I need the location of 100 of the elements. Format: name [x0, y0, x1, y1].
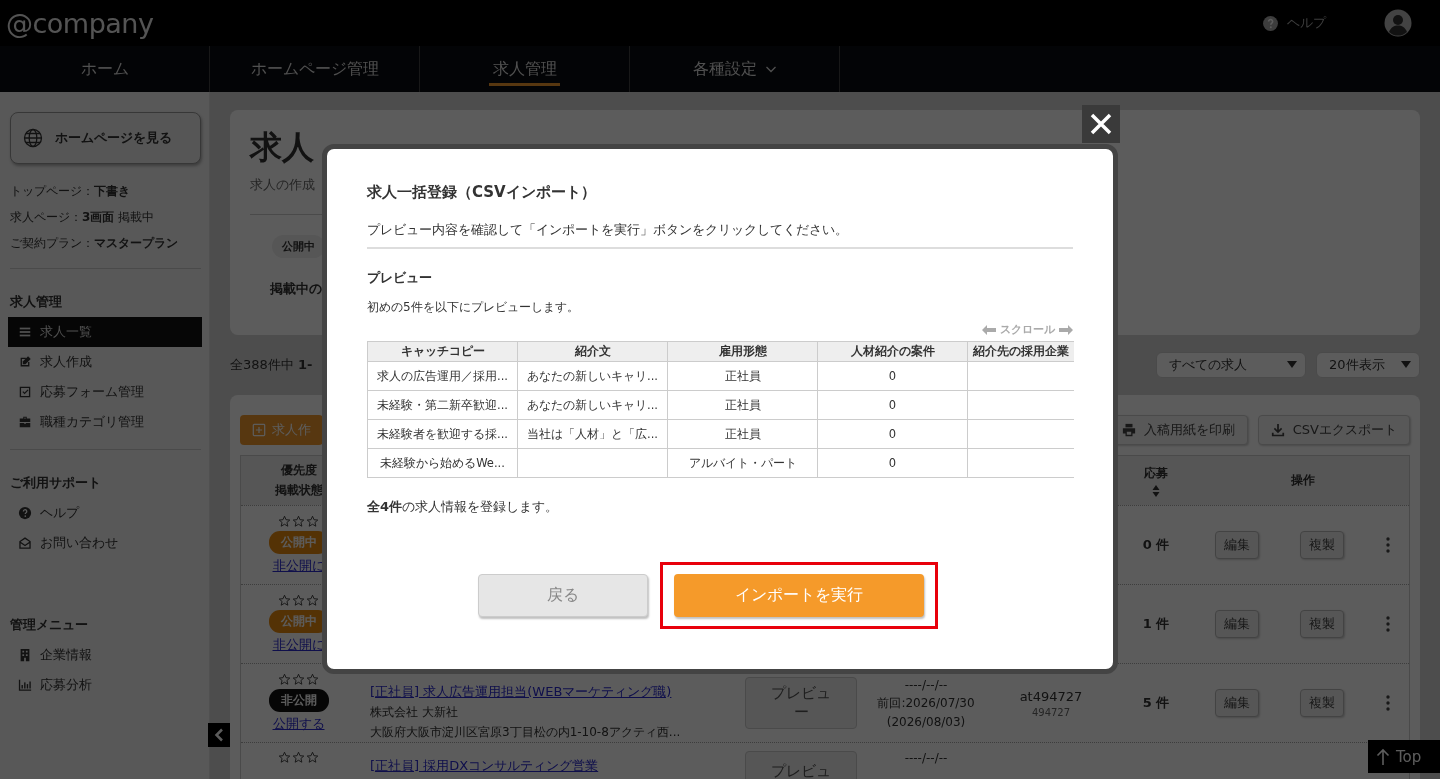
table-cell: あなたの新しいキャリ...	[517, 390, 668, 420]
help-icon	[1262, 14, 1279, 32]
status-badge: 非公開	[268, 689, 329, 712]
star-icon[interactable]	[278, 751, 291, 764]
column-header: 優先度	[280, 462, 317, 479]
star-icon[interactable]	[292, 594, 305, 607]
more-icon[interactable]	[1385, 695, 1390, 711]
job-title-link[interactable]: [正社員] 採用DXコンサルティング営業	[370, 757, 599, 775]
table-cell: 0	[817, 390, 968, 420]
table-cell: 正社員	[667, 361, 818, 391]
date-text: (2026/08/03)	[886, 714, 966, 729]
table-cell: 未経験者を歓迎する採...	[367, 419, 518, 449]
dialog-instruction: プレビュー内容を確認して「インポートを実行」ボタンをクリックしてください。	[367, 221, 848, 239]
section-heading: プレビュー	[367, 269, 432, 287]
close-icon	[1089, 112, 1113, 136]
back-to-top-button[interactable]: Top	[1368, 740, 1440, 773]
envelope-icon	[18, 536, 32, 550]
table-cell: 0	[817, 419, 968, 449]
globe-icon	[23, 128, 43, 148]
checkbox-icon	[18, 385, 32, 399]
star-icon[interactable]	[292, 673, 305, 686]
nav-tab[interactable]: ホームページ管理	[210, 46, 420, 92]
back-button[interactable]: 戻る	[478, 574, 648, 617]
view-homepage-button[interactable]: ホームページを見る	[10, 112, 201, 164]
arrow-up-icon	[1376, 747, 1390, 766]
import-summary: 全4件の求人情報を登録します。	[367, 498, 559, 516]
more-icon[interactable]	[1385, 616, 1390, 632]
sidebar-section-title: 管理メニュー	[10, 616, 88, 634]
star-icon[interactable]	[306, 673, 319, 686]
application-count: 0 件	[1142, 536, 1170, 554]
sidebar-item[interactable]: 企業情報	[8, 640, 202, 670]
create-job-button[interactable]: 求人作	[240, 415, 323, 445]
table-cell: 0	[817, 448, 968, 478]
column-header: 紹介文	[517, 341, 668, 362]
plus-icon	[252, 423, 266, 437]
status-pill: 公開中	[272, 235, 325, 258]
table-cell: 正社員	[667, 419, 818, 449]
star-icon[interactable]	[292, 751, 305, 764]
avatar-icon[interactable]	[1384, 9, 1412, 37]
star-icon[interactable]	[306, 594, 319, 607]
dialog-title: 求人一括登録（CSVインポート）	[367, 182, 596, 203]
table-cell: 正社員	[667, 390, 818, 420]
close-button[interactable]	[1082, 105, 1120, 143]
nav-tab[interactable]: 各種設定	[630, 46, 840, 92]
listing-label: 掲載中の	[270, 280, 322, 298]
filter-select[interactable]: 20件表示	[1316, 352, 1420, 378]
filter-select[interactable]: すべての求人	[1156, 352, 1306, 378]
sidebar-item[interactable]: 職種カテゴリ管理	[8, 407, 202, 437]
company-logo[interactable]: @company	[6, 7, 154, 39]
table-cell: あなたの新しいキャリ...	[517, 361, 668, 391]
job-code: at494727	[1019, 688, 1083, 704]
star-icon[interactable]	[278, 673, 291, 686]
pencil-icon	[18, 355, 32, 369]
star-icon[interactable]	[306, 751, 319, 764]
application-count: 1 件	[1142, 615, 1170, 633]
table-cell: 未経験・第二新卒歓迎...	[367, 390, 518, 420]
publish-toggle-link[interactable]: 公開する	[272, 715, 325, 733]
printer-icon	[1121, 423, 1136, 437]
sidebar-item[interactable]: 応募分析	[8, 670, 202, 700]
sidebar-item[interactable]: 求人作成	[8, 347, 202, 377]
star-icon[interactable]	[292, 515, 305, 528]
sort-icon[interactable]	[1152, 484, 1160, 497]
dropdown-triangle-icon	[1287, 361, 1297, 369]
arrow-left-icon	[982, 324, 996, 335]
duplicate-button[interactable]: 複製	[1300, 531, 1345, 559]
column-header: 紹介先の採用企業	[967, 341, 1074, 362]
collapse-sidebar-button[interactable]	[208, 723, 230, 747]
address-text: 大阪府大阪市淀川区宮原3丁目松の内1-10-8アクティ西...	[370, 724, 681, 741]
site-status-text: 求人ページ：3画面 掲載中	[10, 209, 156, 226]
site-status-text: ご契約プラン：マスタープラン	[10, 235, 179, 252]
duplicate-button[interactable]: 複製	[1300, 610, 1345, 638]
sidebar-item[interactable]: ヘルプ	[8, 498, 202, 528]
site-status-text: トップページ：下書き	[10, 183, 131, 200]
briefcase-icon	[18, 415, 32, 429]
column-header: キャッチコピー	[367, 341, 518, 362]
date-text: ----/--/--	[904, 677, 948, 692]
star-icon[interactable]	[278, 594, 291, 607]
table-cell: アルバイト・パート	[667, 448, 818, 478]
arrow-right-icon	[1059, 324, 1073, 335]
scroll-hint: スクロール	[1000, 322, 1055, 337]
table-cell: 当社は「人材」と「広...	[517, 419, 668, 449]
table-cell: 0	[817, 361, 968, 391]
duplicate-button[interactable]: 複製	[1300, 689, 1345, 717]
dropdown-triangle-icon	[1401, 361, 1411, 369]
download-icon	[1270, 423, 1285, 437]
table-cell: 求人の広告運用／採用...	[367, 361, 518, 391]
import-button[interactable]: インポートを実行	[674, 574, 924, 617]
job-title-link[interactable]: [正社員] 求人広告運用担当(WEBマーケティング職)	[370, 683, 672, 701]
sidebar-section-title: 求人管理	[10, 293, 62, 311]
nav-tab[interactable]: 求人管理	[420, 46, 630, 92]
application-count: 5 件	[1142, 694, 1170, 712]
more-icon[interactable]	[1385, 537, 1390, 553]
sidebar-item[interactable]: お問い合わせ	[8, 528, 202, 558]
building-icon	[18, 648, 32, 662]
star-icon[interactable]	[306, 515, 319, 528]
star-icon[interactable]	[278, 515, 291, 528]
table-cell: 未経験から始めるWe...	[367, 448, 518, 478]
chevron-left-icon	[214, 728, 224, 742]
date-text: ----/--/--	[904, 751, 948, 765]
column-header[interactable]: 応募	[1144, 464, 1168, 482]
